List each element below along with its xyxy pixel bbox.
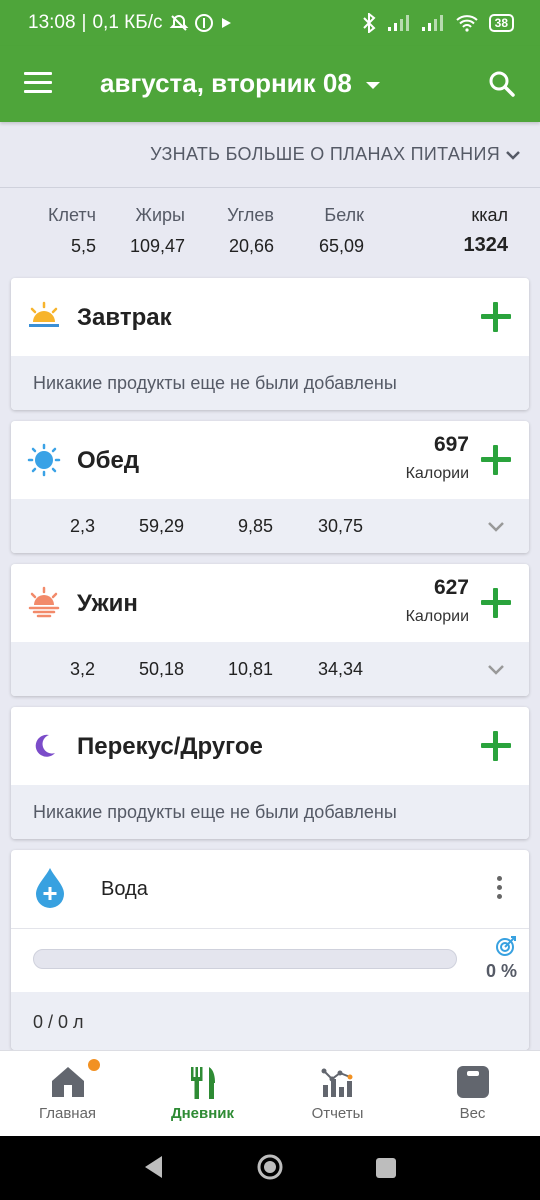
meal-carbs: 10,81 — [227, 659, 273, 679]
water-title: Вода — [101, 878, 148, 900]
battery-icon: 38 — [488, 14, 514, 32]
more-options-icon[interactable] — [497, 876, 503, 903]
back-icon[interactable] — [142, 1154, 166, 1185]
nav-reports[interactable]: Отчеты — [270, 1051, 405, 1137]
meal-name: Перекус/Другое — [77, 733, 263, 760]
meal-plans-link[interactable]: УЗНАТЬ БОЛЬШЕ О ПЛАНАХ ПИТАНИЯ — [0, 122, 540, 188]
add-food-button[interactable] — [481, 731, 511, 761]
recents-icon[interactable] — [375, 1157, 397, 1184]
water-drop-add-icon[interactable] — [33, 866, 69, 910]
total-fat: Жиры 109,47 — [129, 205, 185, 256]
notification-badge — [88, 1059, 100, 1071]
daily-totals: Клетч 5,5 Жиры 109,47 Углев 20,66 Белк 6… — [0, 189, 540, 275]
meal-carbs: 9,85 — [237, 516, 273, 536]
search-icon[interactable] — [488, 70, 516, 103]
target-icon[interactable] — [495, 935, 517, 962]
home-icon — [50, 1065, 86, 1104]
add-food-button[interactable] — [481, 588, 511, 618]
expand-chevron-icon[interactable] — [487, 517, 505, 538]
total-protein: Белк 65,09 — [318, 205, 364, 256]
app-bar: августа, вторник 08 — [0, 46, 540, 122]
signal-icon — [387, 14, 411, 32]
water-card[interactable]: Вода 0 % 0 / 0 л — [11, 850, 529, 1050]
meal-card-snack[interactable]: Перекус/Другое Никакие продукты еще не б… — [11, 707, 529, 839]
meal-card-dinner[interactable]: Ужин 627 Калории 3,2 50,18 10,81 34,34 — [11, 564, 529, 696]
sunrise-icon — [27, 300, 61, 334]
add-food-button[interactable] — [481, 445, 511, 475]
meal-kcal: 697 Калории — [405, 433, 469, 482]
signal-icon — [421, 14, 445, 32]
status-bar: 13:08 | 0,1 КБ/с 38 — [0, 0, 540, 46]
home-circle-icon[interactable] — [256, 1153, 284, 1186]
total-fiber: Клетч 5,5 — [47, 205, 96, 256]
meal-fat: 50,18 — [138, 659, 184, 679]
sunset-icon — [27, 586, 61, 620]
info-icon — [194, 14, 213, 32]
meal-fat: 59,29 — [138, 516, 184, 536]
meal-protein: 30,75 — [317, 516, 363, 536]
nav-home[interactable]: Главная — [0, 1051, 135, 1137]
page-title: августа, вторник 08 — [100, 68, 352, 98]
water-percent: 0 % — [485, 961, 517, 981]
sun-icon — [27, 443, 61, 477]
scale-icon — [456, 1065, 490, 1104]
play-icon — [219, 16, 233, 30]
wifi-icon — [455, 14, 479, 32]
water-progress-bar — [33, 949, 457, 969]
chevron-down-icon — [506, 144, 520, 165]
nav-diary[interactable]: Дневник — [135, 1051, 270, 1137]
meal-kcal: 627 Калории — [405, 576, 469, 625]
meal-name: Обед — [77, 447, 140, 474]
nav-weight[interactable]: Вес — [405, 1051, 540, 1137]
menu-icon[interactable] — [24, 72, 52, 96]
expand-chevron-icon[interactable] — [487, 660, 505, 681]
total-carbs: Углев 20,66 — [227, 205, 274, 256]
meal-plans-label: УЗНАТЬ БОЛЬШЕ О ПЛАНАХ ПИТАНИЯ — [150, 144, 500, 164]
meal-fiber: 3,2 — [69, 659, 95, 679]
bluetooth-icon — [361, 13, 377, 33]
empty-meal-text: Никакие продукты еще не были добавлены — [33, 373, 397, 393]
bottom-navigation: Главная Дневник Отчеты Вес — [0, 1050, 540, 1136]
empty-meal-text: Никакие продукты еще не были добавлены — [33, 802, 397, 822]
moon-icon — [27, 729, 61, 763]
meal-fiber: 2,3 — [69, 516, 95, 536]
mute-alarm-icon — [169, 13, 189, 33]
fork-knife-icon — [189, 1065, 217, 1106]
status-time: 13:08 — [28, 12, 76, 33]
meal-protein: 34,34 — [317, 659, 363, 679]
meal-card-breakfast[interactable]: Завтрак Никакие продукты еще не были доб… — [11, 278, 529, 410]
total-kcal: ккал 1324 — [463, 205, 509, 256]
water-amount: 0 / 0 л — [33, 1012, 84, 1032]
status-speed: 0,1 КБ/с — [92, 12, 163, 33]
add-food-button[interactable] — [481, 302, 511, 332]
caret-down-icon — [365, 82, 380, 89]
system-navigation-bar — [0, 1136, 540, 1200]
chart-icon — [320, 1065, 356, 1104]
meal-name: Ужин — [77, 590, 138, 617]
meal-name: Завтрак — [77, 304, 172, 331]
date-selector[interactable]: августа, вторник 08 — [100, 68, 380, 99]
meal-card-lunch[interactable]: Обед 697 Калории 2,3 59,29 9,85 30,75 — [11, 421, 529, 553]
